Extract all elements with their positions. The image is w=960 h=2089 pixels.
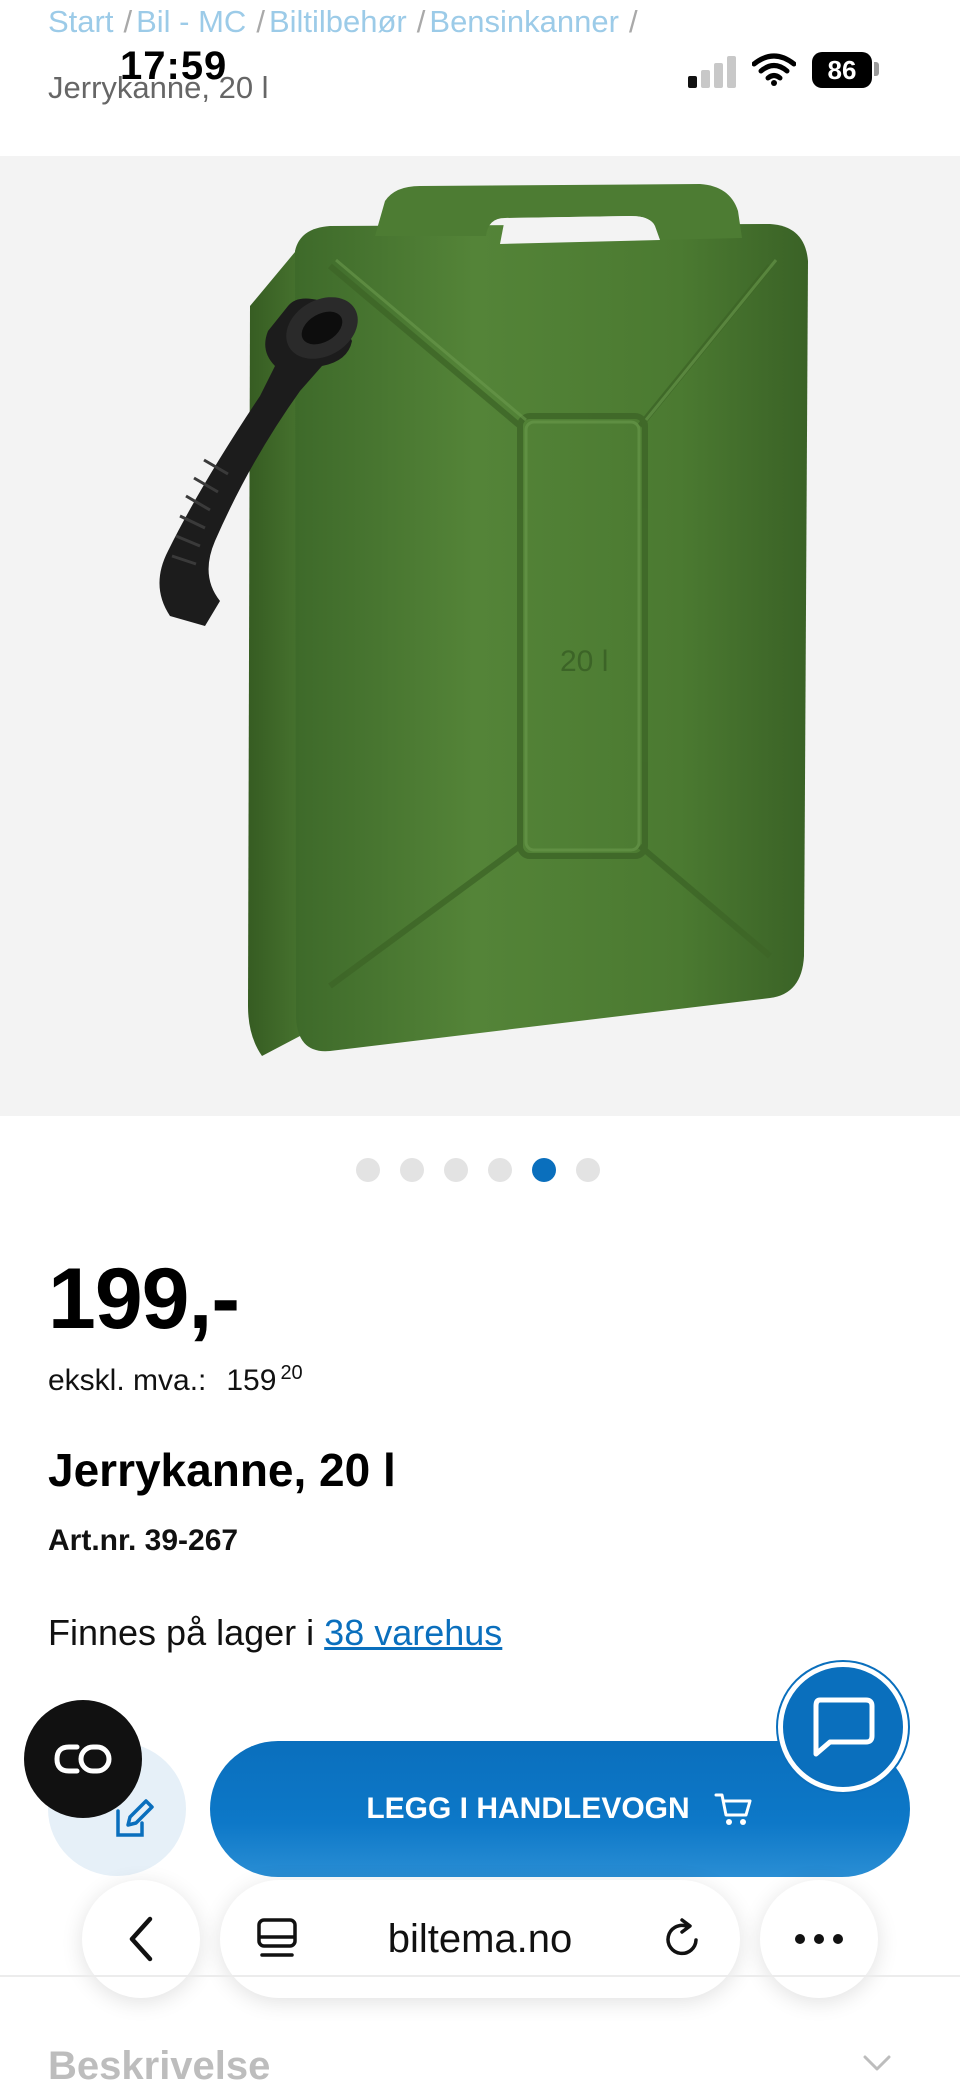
image-carousel-dots bbox=[356, 1158, 600, 1182]
battery-tip bbox=[874, 62, 879, 76]
breadcrumb-separator: / bbox=[628, 4, 638, 39]
battery-indicator: 86 bbox=[812, 52, 872, 88]
stock-prefix: Finnes på lager i bbox=[48, 1612, 315, 1653]
carousel-dot[interactable] bbox=[356, 1158, 380, 1182]
breadcrumb-separator: / bbox=[416, 4, 426, 39]
cart-icon bbox=[714, 1793, 752, 1825]
chat-button[interactable] bbox=[778, 1662, 908, 1792]
reload-icon[interactable] bbox=[662, 1918, 704, 1960]
browser-back-button[interactable] bbox=[82, 1880, 200, 1998]
jerry-can-illustration: 20 l bbox=[159, 184, 808, 1056]
carousel-dot-active[interactable] bbox=[532, 1158, 556, 1182]
status-time: 17:59 bbox=[120, 44, 228, 88]
store-availability-link[interactable]: 38 varehus bbox=[324, 1612, 502, 1653]
excl-vat-main: 159 bbox=[226, 1364, 277, 1397]
cellular-signal-icon bbox=[688, 56, 736, 88]
excl-vat-cents: 20 bbox=[280, 1362, 303, 1384]
carousel-dot[interactable] bbox=[576, 1158, 600, 1182]
stock-status: Finnes på lager i 38 varehus bbox=[48, 1612, 502, 1654]
excl-vat-value: 159 20 bbox=[226, 1362, 303, 1397]
breadcrumb-separator: / bbox=[123, 4, 133, 39]
chat-bubble-icon bbox=[813, 1697, 875, 1757]
article-number: Art.nr. 39-267 bbox=[48, 1524, 239, 1557]
can-embossed-text: 20 l bbox=[560, 645, 608, 678]
description-section-title[interactable]: Beskrivelse bbox=[48, 2044, 270, 2089]
carousel-dot[interactable] bbox=[488, 1158, 512, 1182]
product-image[interactable]: 20 l bbox=[0, 156, 960, 1116]
battery-level: 86 bbox=[827, 54, 857, 85]
chevron-down-icon[interactable] bbox=[862, 2054, 892, 2074]
chevron-left-icon bbox=[129, 1916, 153, 1962]
address-bar[interactable]: biltema.no bbox=[220, 1880, 740, 1998]
tabs-overview-icon[interactable] bbox=[256, 1917, 298, 1961]
excl-vat-label: ekskl. mva.: bbox=[48, 1364, 207, 1397]
breadcrumb-link-bensinkanner[interactable]: Bensinkanner bbox=[429, 4, 619, 39]
url-text[interactable]: biltema.no bbox=[388, 1917, 573, 1962]
carousel-dot[interactable] bbox=[400, 1158, 424, 1182]
wifi-icon bbox=[752, 53, 796, 86]
carousel-dot[interactable] bbox=[444, 1158, 468, 1182]
breadcrumb-link-bil-mc[interactable]: Bil - MC bbox=[136, 4, 246, 39]
add-to-cart-label: LEGG I HANDLEVOGN bbox=[366, 1792, 690, 1825]
browser-more-button[interactable] bbox=[760, 1880, 878, 1998]
breadcrumb-link-start[interactable]: Start bbox=[48, 4, 113, 39]
product-title: Jerrykanne, 20 l bbox=[48, 1444, 396, 1496]
price-excl-vat: ekskl. mva.: 159 20 bbox=[48, 1362, 303, 1398]
breadcrumb-separator: / bbox=[256, 4, 265, 39]
link-loop-icon bbox=[54, 1744, 112, 1774]
breadcrumb-link-biltilbehor[interactable]: Biltilbehør bbox=[269, 4, 407, 39]
more-dots-icon bbox=[795, 1934, 843, 1944]
product-price: 199,- bbox=[48, 1251, 240, 1347]
visual-search-button[interactable] bbox=[24, 1700, 142, 1818]
breadcrumb: Start / Bil - MC / Biltilbehør / Bensinkanner / bbox=[48, 4, 642, 40]
section-divider bbox=[0, 1975, 960, 1977]
